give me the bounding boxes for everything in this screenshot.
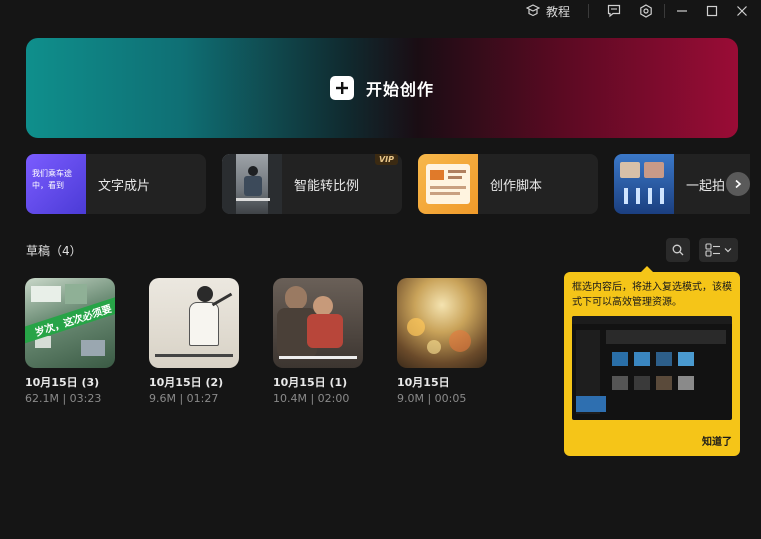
feature-label: 一起拍 bbox=[686, 178, 726, 194]
vip-badge: VIP bbox=[374, 154, 398, 165]
shoot-together-thumbnail bbox=[614, 154, 674, 214]
draft-meta: 9.6M | 01:27 bbox=[149, 392, 219, 405]
feature-creation-script[interactable]: 创作脚本 bbox=[418, 154, 598, 214]
search-icon bbox=[672, 244, 684, 256]
features-next-button[interactable] bbox=[726, 172, 750, 196]
feature-label: 创作脚本 bbox=[490, 178, 543, 194]
draft-name: 10月15日 bbox=[397, 376, 450, 389]
drafts-title: 草稿（4） bbox=[26, 244, 82, 258]
close-icon bbox=[737, 6, 747, 16]
draft-name: 10月15日 (2) bbox=[149, 376, 224, 389]
draft-name: 10月15日 (1) bbox=[273, 376, 348, 389]
tooltip-preview-image bbox=[572, 316, 732, 420]
feature-label: 文字成片 bbox=[98, 178, 151, 194]
feature-text-to-video[interactable]: 我们乘车途中，看到 文字成片 bbox=[26, 154, 206, 214]
draft-item[interactable]: 10月15日 (2) 9.6M | 01:27 bbox=[149, 278, 241, 405]
plus-icon bbox=[329, 76, 354, 100]
text-to-video-thumb-text: 我们乘车途中，看到 bbox=[32, 169, 72, 190]
view-mode-button[interactable] bbox=[699, 238, 738, 262]
titlebar-divider bbox=[664, 4, 665, 18]
got-it-button[interactable]: 知道了 bbox=[702, 433, 732, 448]
tooltip-text: 框选内容后，将进入复选模式，该模式下可以高效管理资源。 bbox=[572, 282, 732, 308]
grid-view-icon bbox=[705, 243, 720, 257]
draft-thumbnail bbox=[149, 278, 239, 368]
title-bar: 教程 bbox=[0, 0, 761, 24]
draft-item[interactable]: 10月15日 (1) 10.4M | 02:00 bbox=[273, 278, 365, 405]
feature-smart-ratio[interactable]: 智能转比例 VIP bbox=[222, 154, 402, 214]
draft-name: 10月15日 (3) bbox=[25, 376, 100, 389]
maximize-icon bbox=[706, 5, 718, 17]
draft-item[interactable]: 10月15日 9.0M | 00:05 bbox=[397, 278, 489, 405]
chevron-right-icon bbox=[735, 179, 742, 189]
draft-thumbnail: 岁次，这次必须要 bbox=[25, 278, 115, 368]
minimize-icon bbox=[677, 10, 687, 12]
draft-item[interactable]: 岁次，这次必须要 10月15日 (3) 62.1M | 03:23 bbox=[25, 278, 117, 405]
feedback-icon bbox=[607, 4, 621, 18]
text-to-video-thumbnail: 我们乘车途中，看到 bbox=[26, 154, 86, 214]
tutorial-button[interactable]: 教程 bbox=[522, 0, 574, 22]
smart-ratio-thumbnail bbox=[222, 154, 282, 214]
settings-button[interactable] bbox=[636, 0, 656, 22]
draft-thumbnail bbox=[397, 278, 487, 368]
titlebar-divider bbox=[588, 4, 589, 18]
feature-label: 智能转比例 bbox=[294, 178, 360, 194]
start-creating-label: 开始创作 bbox=[365, 80, 434, 99]
tutorial-icon bbox=[525, 4, 540, 17]
chevron-down-icon bbox=[724, 248, 732, 253]
feedback-button[interactable] bbox=[604, 0, 624, 22]
draft-meta: 9.0M | 00:05 bbox=[397, 392, 467, 405]
close-button[interactable] bbox=[732, 0, 752, 22]
draft-meta: 62.1M | 03:23 bbox=[25, 392, 102, 405]
feature-cards: 我们乘车途中，看到 文字成片 智能转比例 VIP 创作脚本 一起拍 bbox=[26, 154, 750, 214]
start-creating-button[interactable]: 开始创作 bbox=[26, 38, 738, 138]
search-button[interactable] bbox=[666, 238, 690, 262]
multiselect-tooltip: 框选内容后，将进入复选模式，该模式下可以高效管理资源。 知道了 bbox=[564, 266, 740, 456]
settings-icon bbox=[640, 4, 652, 18]
maximize-button[interactable] bbox=[702, 0, 722, 22]
tutorial-label: 教程 bbox=[545, 4, 570, 19]
draft-thumbnail bbox=[273, 278, 363, 368]
creation-script-thumbnail bbox=[418, 154, 478, 214]
draft-meta: 10.4M | 02:00 bbox=[273, 392, 350, 405]
minimize-button[interactable] bbox=[672, 0, 692, 22]
